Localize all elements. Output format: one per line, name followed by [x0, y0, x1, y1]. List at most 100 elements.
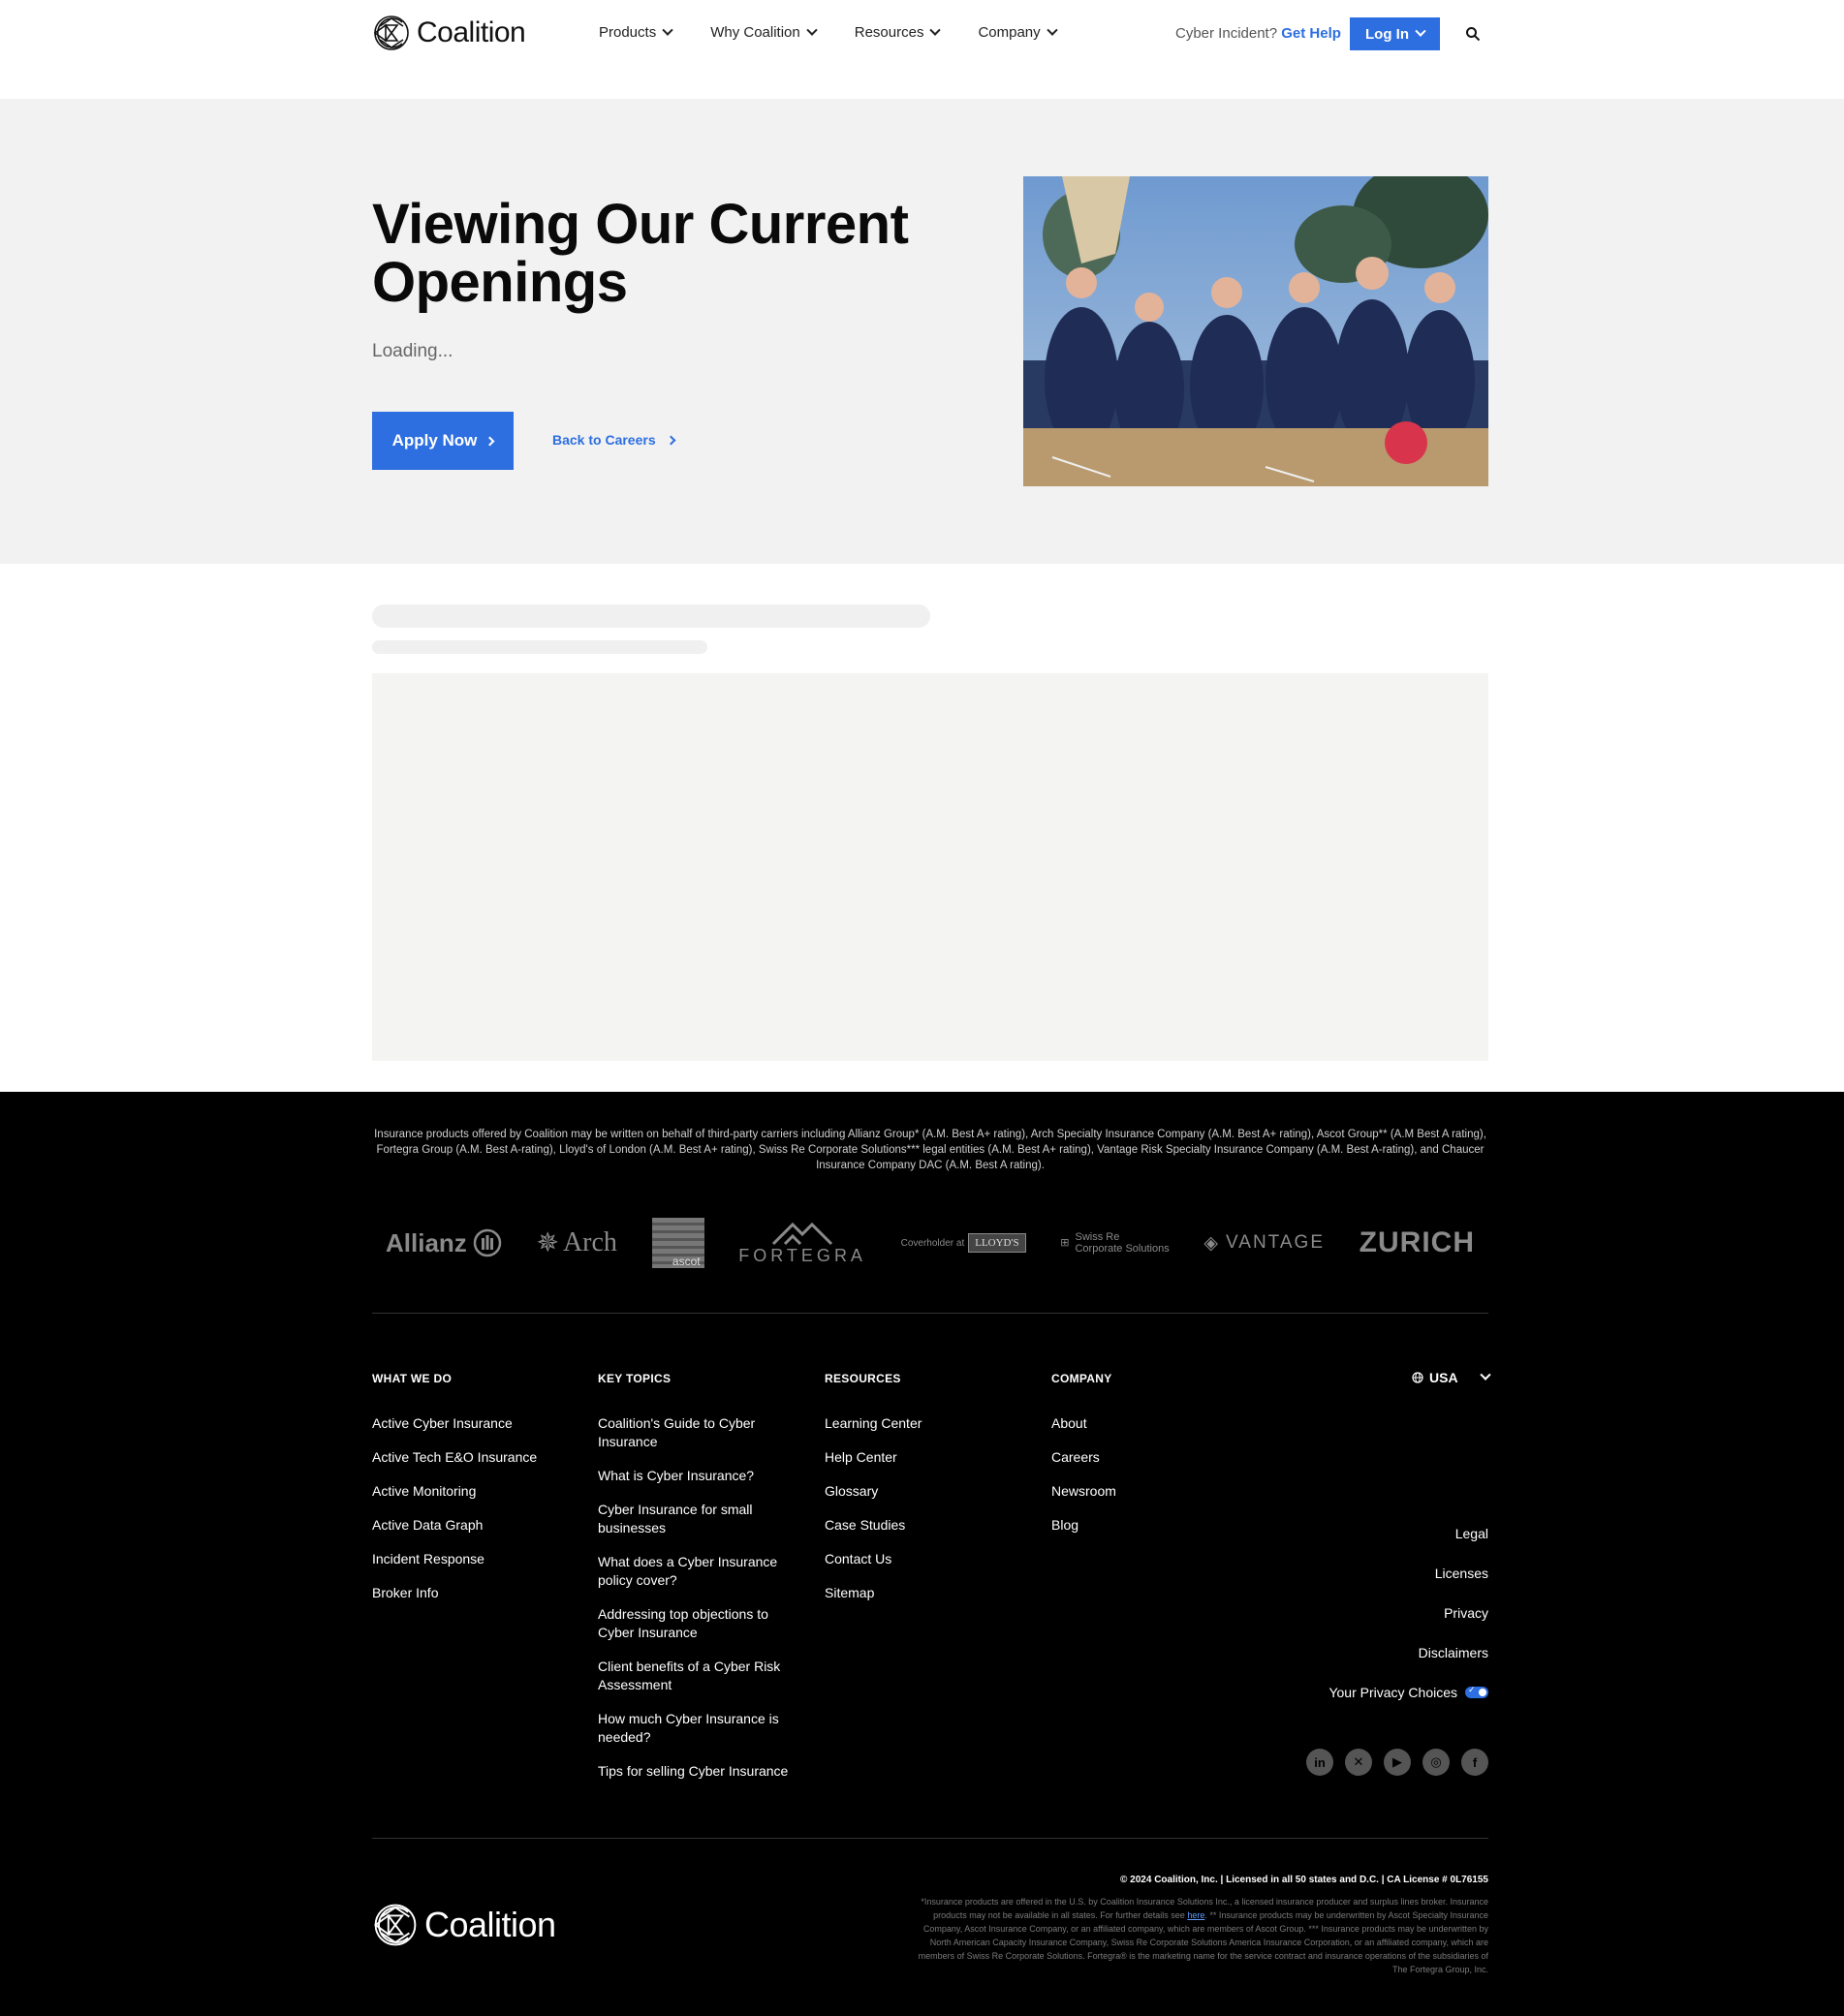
- cyber-incident-prompt: Cyber Incident? Get Help: [1175, 25, 1341, 42]
- footer-link[interactable]: Glossary: [825, 1482, 1028, 1501]
- nav-why-coalition[interactable]: Why Coalition: [710, 24, 818, 41]
- footer-link[interactable]: Sitemap: [825, 1584, 1028, 1602]
- social-links: in ✕ ▶ ◎ f: [1306, 1749, 1488, 1776]
- chevron-down-icon: [1480, 1369, 1491, 1380]
- footer-column-company: COMPANY About Careers Newsroom Blog: [1051, 1372, 1255, 1550]
- apply-now-button[interactable]: Apply Now: [372, 412, 514, 470]
- footer-link[interactable]: Tips for selling Cyber Insurance: [598, 1762, 801, 1781]
- skeleton-block: [372, 673, 1488, 1061]
- copyright-text: © 2024 Coalition, Inc. | Licensed in all…: [1120, 1875, 1488, 1885]
- footer-link[interactable]: Newsroom: [1051, 1482, 1255, 1501]
- footer-divider: [372, 1838, 1488, 1839]
- footer-column-resources: RESOURCES Learning Center Help Center Gl…: [825, 1372, 1028, 1618]
- back-to-careers-link[interactable]: Back to Careers: [552, 432, 676, 448]
- brand-name: Coalition: [417, 16, 526, 48]
- search-icon[interactable]: [1465, 26, 1481, 42]
- globe-icon: [1412, 1372, 1423, 1383]
- chevron-right-icon: [484, 436, 495, 446]
- footer-link[interactable]: Careers: [1051, 1448, 1255, 1467]
- fortegra-logo: FORTEGRA: [738, 1221, 866, 1266]
- youtube-icon[interactable]: ▶: [1384, 1749, 1411, 1776]
- login-button[interactable]: Log In: [1350, 17, 1440, 50]
- region-selector[interactable]: USA: [1412, 1369, 1491, 1385]
- nav-resources[interactable]: Resources: [854, 24, 942, 41]
- region-label: USA: [1429, 1370, 1458, 1385]
- coalition-logo[interactable]: Coalition: [372, 14, 526, 52]
- fine-print: *Insurance products are offered in the U…: [907, 1895, 1488, 1976]
- footer-link[interactable]: What does a Cyber Insurance policy cover…: [598, 1553, 801, 1590]
- footer-coalition-logo[interactable]: Coalition: [372, 1902, 556, 1948]
- footer-link[interactable]: Coalition's Guide to Cyber Insurance: [598, 1414, 801, 1451]
- footer-column-what-we-do: WHAT WE DO Active Cyber Insurance Active…: [372, 1372, 576, 1618]
- nav-label: Company: [978, 24, 1041, 41]
- chevron-right-icon: [666, 435, 676, 445]
- site-header: Coalition Products Why Coalition Resourc…: [0, 0, 1844, 99]
- nav-label: Resources: [854, 24, 924, 41]
- footer-link[interactable]: Client benefits of a Cyber Risk Assessme…: [598, 1658, 801, 1694]
- swiss-cross-icon: ⊞: [1060, 1237, 1070, 1249]
- nav-label: Products: [599, 24, 657, 41]
- footer-link[interactable]: Blog: [1051, 1516, 1255, 1535]
- chevron-down-icon: [1415, 25, 1426, 37]
- vantage-wordmark: VANTAGE: [1226, 1232, 1325, 1253]
- site-footer: Insurance products offered by Coalition …: [0, 1092, 1844, 2016]
- privacy-link[interactable]: Privacy: [1328, 1605, 1488, 1621]
- footer-link[interactable]: Active Tech E&O Insurance: [372, 1448, 576, 1467]
- footer-link[interactable]: Case Studies: [825, 1516, 1028, 1535]
- allianz-wordmark: Allianz: [386, 1227, 467, 1257]
- fine-print-here-link[interactable]: here: [1187, 1910, 1204, 1920]
- footer-link[interactable]: Contact Us: [825, 1550, 1028, 1568]
- privacy-choices-link[interactable]: Your Privacy Choices: [1328, 1685, 1488, 1700]
- column-heading: WHAT WE DO: [372, 1372, 453, 1385]
- incident-text: Cyber Incident?: [1175, 25, 1278, 42]
- footer-link[interactable]: What is Cyber Insurance?: [598, 1467, 801, 1485]
- lloyds-wordmark: LLOYD'S: [968, 1233, 1026, 1253]
- footer-link[interactable]: Active Monitoring: [372, 1482, 576, 1501]
- column-heading: KEY TOPICS: [598, 1372, 672, 1385]
- arch-wordmark: Arch: [562, 1227, 617, 1257]
- carrier-logos: Allianz ✵ Arch ascot FORTEGRA Coverholde…: [372, 1214, 1488, 1272]
- legal-link[interactable]: Legal: [1328, 1526, 1488, 1541]
- x-icon[interactable]: ✕: [1345, 1749, 1372, 1776]
- brand-name: Coalition: [424, 1905, 556, 1944]
- mountain-icon: [772, 1222, 833, 1245]
- instagram-icon[interactable]: ◎: [1422, 1749, 1450, 1776]
- skeleton-line: [372, 640, 707, 654]
- ascot-wordmark: ascot: [672, 1255, 701, 1268]
- privacy-toggle-icon: [1465, 1685, 1488, 1698]
- arch-logo: ✵ Arch: [536, 1226, 616, 1259]
- disclaimers-link[interactable]: Disclaimers: [1328, 1645, 1488, 1660]
- nav-products[interactable]: Products: [599, 24, 673, 41]
- footer-link[interactable]: Active Data Graph: [372, 1516, 576, 1535]
- ascot-logo: ascot: [651, 1218, 704, 1268]
- main-nav: Products Why Coalition Resources Company: [599, 24, 1058, 41]
- linkedin-icon[interactable]: in: [1306, 1749, 1333, 1776]
- licenses-link[interactable]: Licenses: [1328, 1566, 1488, 1581]
- diamond-icon: ◈: [1203, 1232, 1221, 1254]
- footer-link[interactable]: Addressing top objections to Cyber Insur…: [598, 1605, 801, 1642]
- get-help-link[interactable]: Get Help: [1281, 25, 1341, 42]
- column-heading: COMPANY: [1051, 1372, 1112, 1385]
- footer-link[interactable]: Learning Center: [825, 1414, 1028, 1433]
- nav-label: Why Coalition: [710, 24, 800, 41]
- nav-company[interactable]: Company: [978, 24, 1058, 41]
- zurich-logo: ZURICH: [1359, 1226, 1475, 1258]
- chevron-down-icon: [1046, 24, 1058, 36]
- carrier-disclosure: Insurance products offered by Coalition …: [374, 1129, 1486, 1171]
- footer-link[interactable]: Broker Info: [372, 1584, 576, 1602]
- footer-link[interactable]: Help Center: [825, 1448, 1028, 1467]
- team-photo: [1023, 176, 1488, 486]
- footer-link[interactable]: Cyber Insurance for small businesses: [598, 1501, 801, 1537]
- footer-link[interactable]: About: [1051, 1414, 1255, 1433]
- chevron-down-icon: [929, 24, 942, 36]
- footer-link[interactable]: Active Cyber Insurance: [372, 1414, 576, 1433]
- allianz-icon: [473, 1228, 502, 1257]
- swissre-line2: Corporate Solutions: [1075, 1243, 1170, 1255]
- hero-section: Viewing Our Current Openings Loading... …: [0, 99, 1844, 564]
- swissre-line1: Swiss Re: [1075, 1231, 1120, 1243]
- footer-link[interactable]: How much Cyber Insurance is needed?: [598, 1710, 801, 1747]
- footer-link[interactable]: Incident Response: [372, 1550, 576, 1568]
- facebook-icon[interactable]: f: [1461, 1749, 1488, 1776]
- back-label: Back to Careers: [552, 432, 656, 448]
- lloyds-prefix: Coverholder at: [900, 1237, 965, 1249]
